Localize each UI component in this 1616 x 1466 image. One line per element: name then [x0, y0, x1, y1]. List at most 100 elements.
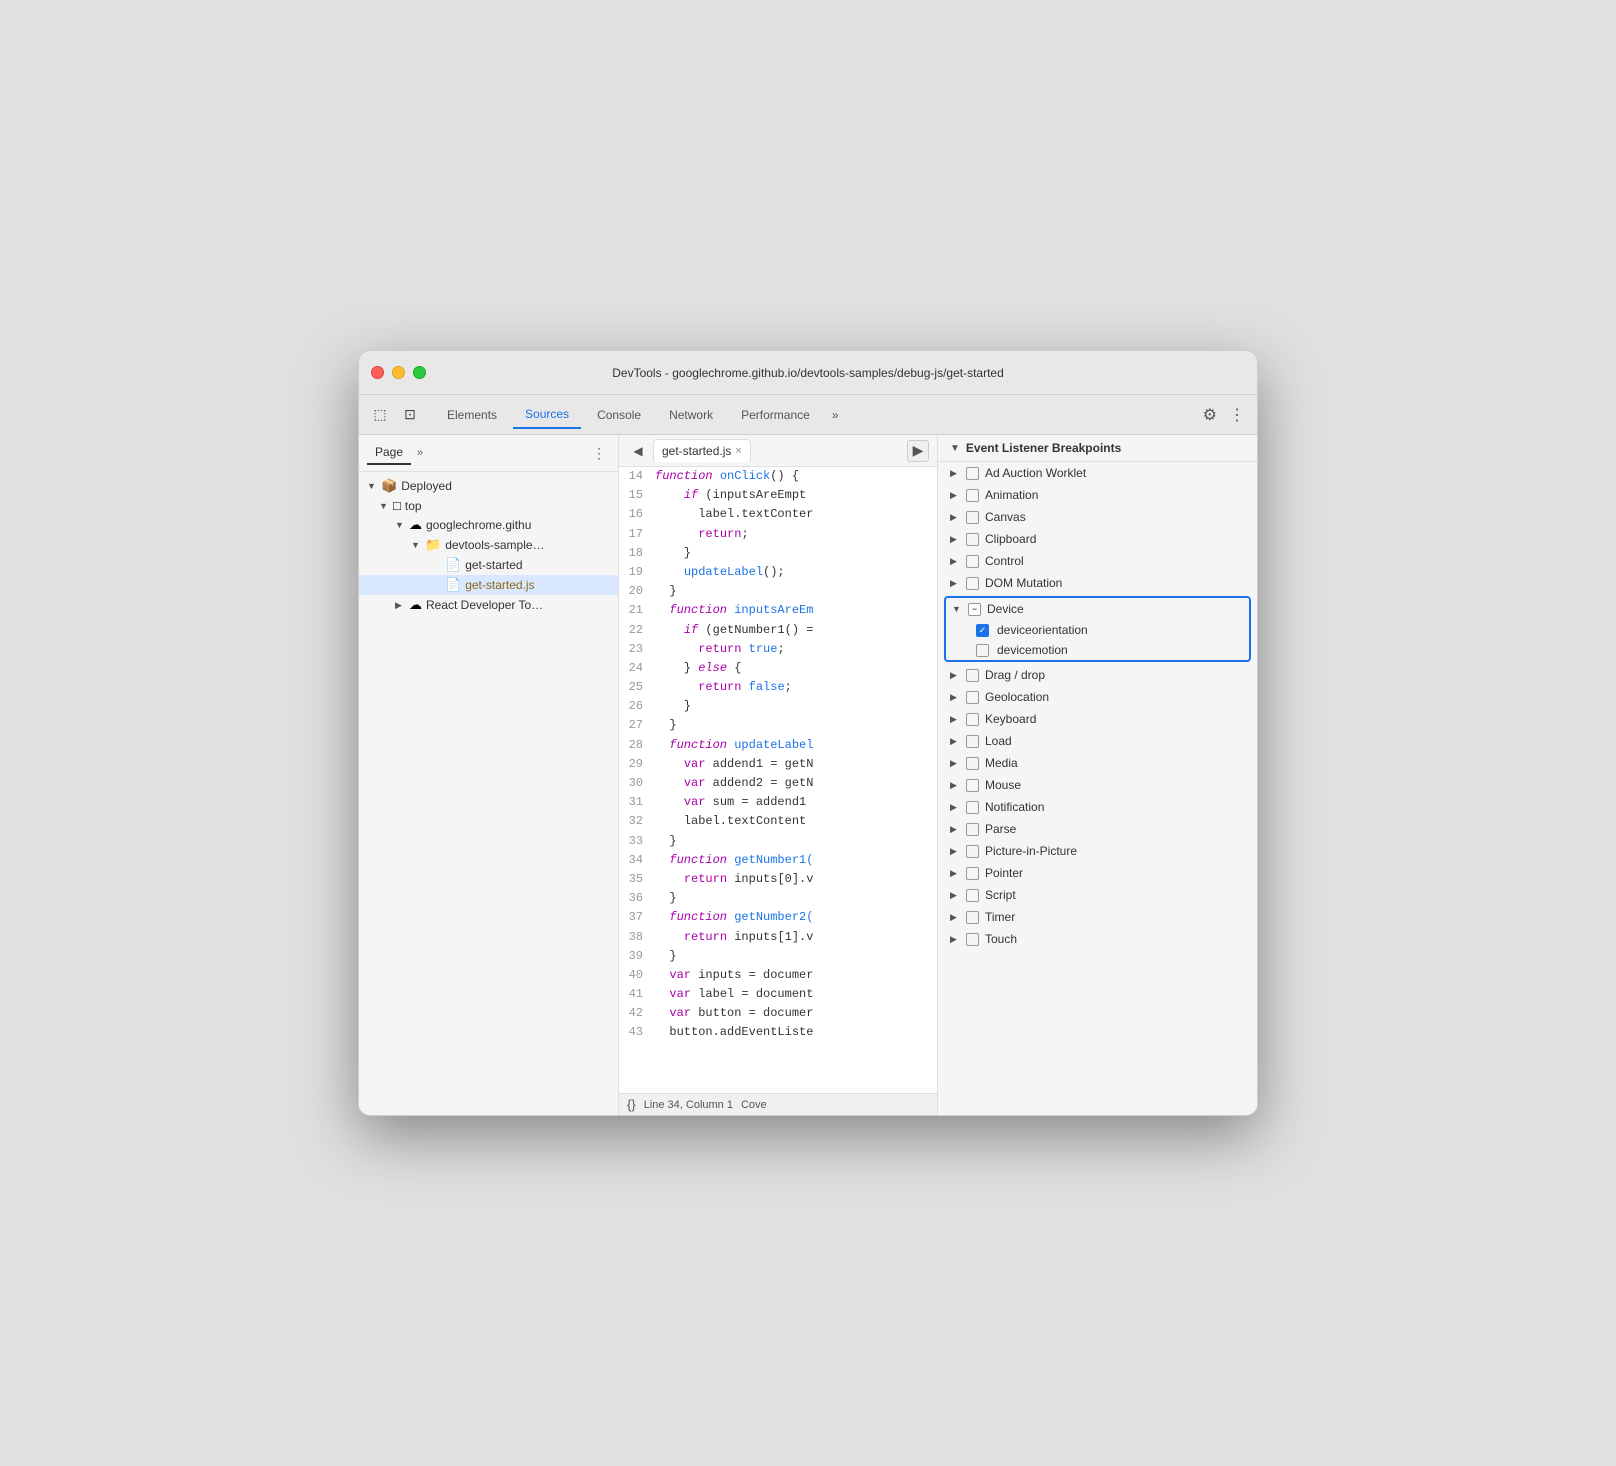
bp-header[interactable]: ▶Drag / drop	[938, 664, 1257, 686]
bp-header[interactable]: ▶Canvas	[938, 506, 1257, 528]
bp-checkbox[interactable]	[966, 467, 979, 480]
run-button[interactable]: ▶	[907, 440, 929, 462]
code-line: 26 }	[619, 697, 937, 716]
inspect-icon[interactable]: ⬚	[367, 402, 393, 428]
bp-checkbox[interactable]	[966, 669, 979, 682]
tab-sources[interactable]: Sources	[513, 401, 581, 429]
bp-checkbox[interactable]	[966, 757, 979, 770]
tree-item-top[interactable]: ▼ □ top	[359, 496, 618, 515]
tab-console[interactable]: Console	[585, 402, 653, 428]
tab-network[interactable]: Network	[657, 402, 725, 428]
tree-item-react[interactable]: ▶ ☁ React Developer To…	[359, 595, 618, 615]
tree-toggle[interactable]: ▼	[395, 520, 405, 530]
bp-chevron-icon: ▶	[950, 934, 960, 945]
close-tab-icon[interactable]: ×	[735, 445, 741, 457]
tree-item-getstarted[interactable]: 📄 get-started	[359, 555, 618, 575]
bp-header[interactable]: ▶Animation	[938, 484, 1257, 506]
bp-checkbox[interactable]	[966, 691, 979, 704]
panel-chevron[interactable]: »	[417, 447, 423, 459]
tree-item-devtools[interactable]: ▼ 📁 devtools-sample…	[359, 535, 618, 555]
bp-category-script: ▶Script	[938, 884, 1257, 906]
settings-icon[interactable]: ⚙	[1199, 401, 1221, 429]
bp-header[interactable]: ▶Parse	[938, 818, 1257, 840]
bp-chevron-icon: ▶	[950, 758, 960, 769]
bp-category-device[interactable]: ▼−Device	[946, 598, 1249, 620]
bp-header[interactable]: ▶Notification	[938, 796, 1257, 818]
breakpoints-title: Event Listener Breakpoints	[966, 441, 1121, 455]
bp-checkbox[interactable]	[966, 555, 979, 568]
code-line: 32 label.textContent	[619, 812, 937, 831]
nav-back-icon[interactable]: ◀	[627, 440, 649, 462]
bp-header[interactable]: ▶Control	[938, 550, 1257, 572]
bp-header[interactable]: ▶Script	[938, 884, 1257, 906]
code-line: 27 }	[619, 716, 937, 735]
page-tab[interactable]: Page	[367, 441, 411, 465]
bp-checkbox[interactable]	[966, 511, 979, 524]
bp-checkbox[interactable]	[966, 911, 979, 924]
maximize-button[interactable]	[413, 366, 426, 379]
code-tab[interactable]: get-started.js ×	[653, 439, 751, 462]
code-line: 28 function updateLabel	[619, 736, 937, 755]
code-line: 38 return inputs[1].v	[619, 928, 937, 947]
bp-header[interactable]: ▶Geolocation	[938, 686, 1257, 708]
bp-checkbox[interactable]	[966, 845, 979, 858]
tab-elements[interactable]: Elements	[435, 402, 509, 428]
window-title: DevTools - googlechrome.github.io/devtoo…	[612, 366, 1004, 380]
bp-header[interactable]: ▶Pointer	[938, 862, 1257, 884]
breakpoints-panel: ▼ Event Listener Breakpoints ▶ Ad Auction…	[937, 435, 1257, 1115]
bp-checkbox[interactable]	[966, 889, 979, 902]
tree-toggle[interactable]: ▶	[395, 600, 405, 611]
bp-checkbox[interactable]	[966, 933, 979, 946]
bp-header[interactable]: ▶Timer	[938, 906, 1257, 928]
bp-header[interactable]: ▶ Ad Auction Worklet	[938, 462, 1257, 484]
bp-checkbox[interactable]	[966, 867, 979, 880]
bp-header[interactable]: ▶Clipboard	[938, 528, 1257, 550]
code-line: 20 }	[619, 582, 937, 601]
tree-item-deployed[interactable]: ▼ 📦 Deployed	[359, 476, 618, 496]
tree-item-getstarted-js[interactable]: 📄 get-started.js	[359, 575, 618, 595]
bp-chevron-icon: ▶	[950, 736, 960, 747]
tree-toggle[interactable]: ▼	[367, 481, 377, 491]
minimize-button[interactable]	[392, 366, 405, 379]
bp-checkbox[interactable]	[966, 533, 979, 546]
bp-header[interactable]: ▶Keyboard	[938, 708, 1257, 730]
more-options-icon[interactable]: ⋮	[1225, 401, 1249, 429]
bp-category-media: ▶Media	[938, 752, 1257, 774]
bp-checkbox-unchecked[interactable]	[976, 644, 989, 657]
bp-child-item[interactable]: devicemotion	[946, 640, 1249, 660]
panel-dots[interactable]: ⋮	[588, 443, 610, 464]
bp-checkbox[interactable]	[966, 801, 979, 814]
bp-chevron-icon: ▶	[950, 468, 960, 479]
bp-checkbox[interactable]	[966, 823, 979, 836]
bp-checkbox-device[interactable]: −	[968, 603, 981, 616]
bp-category-label: Clipboard	[985, 532, 1036, 546]
line-number: 30	[619, 774, 655, 793]
breakpoints-chevron[interactable]: ▼	[950, 443, 960, 454]
bp-checkbox[interactable]	[966, 713, 979, 726]
bp-header[interactable]: ▶Picture-in-Picture	[938, 840, 1257, 862]
bp-checkbox[interactable]	[966, 779, 979, 792]
bp-header[interactable]: ▶Mouse	[938, 774, 1257, 796]
folder-icon: 📁	[425, 537, 441, 553]
bp-child-item[interactable]: ✓deviceorientation	[946, 620, 1249, 640]
tree-toggle[interactable]: ▼	[411, 540, 421, 550]
bp-header[interactable]: ▶Media	[938, 752, 1257, 774]
tree-item-domain[interactable]: ▼ ☁ googlechrome.githu	[359, 515, 618, 535]
close-button[interactable]	[371, 366, 384, 379]
bp-category-label: Ad Auction Worklet	[985, 466, 1086, 480]
device-icon[interactable]: ⊡	[397, 402, 423, 428]
bp-checkbox[interactable]	[966, 735, 979, 748]
bp-checkbox-checked[interactable]: ✓	[976, 624, 989, 637]
code-editor[interactable]: 14function onClick() {15 if (inputsAreEm…	[619, 467, 937, 1093]
tabs-more-button[interactable]: »	[826, 404, 845, 426]
bp-header[interactable]: ▶Touch	[938, 928, 1257, 950]
bp-header[interactable]: ▶Load	[938, 730, 1257, 752]
tab-performance[interactable]: Performance	[729, 402, 822, 428]
line-number: 26	[619, 697, 655, 716]
tree-toggle[interactable]: ▼	[379, 501, 389, 511]
bp-checkbox[interactable]	[966, 577, 979, 590]
line-number: 23	[619, 640, 655, 659]
pretty-print-icon[interactable]: {}	[627, 1097, 636, 1112]
bp-header[interactable]: ▶DOM Mutation	[938, 572, 1257, 594]
bp-checkbox[interactable]	[966, 489, 979, 502]
